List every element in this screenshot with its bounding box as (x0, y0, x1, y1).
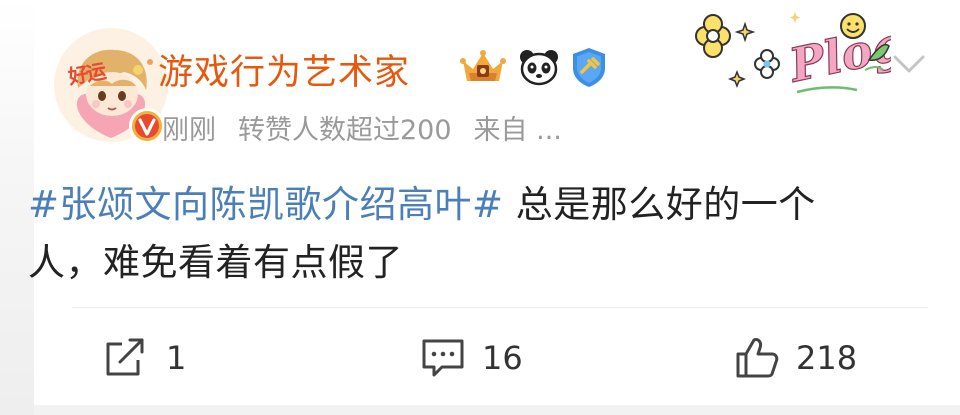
comment-count: 16 (482, 339, 523, 377)
comment-icon (422, 339, 464, 377)
like-count: 218 (796, 339, 858, 377)
crown-badge-icon[interactable] (459, 47, 507, 87)
thumbs-up-icon (736, 338, 779, 378)
post-meta: 刚刚 转赞人数超过200 来自 ... (162, 108, 584, 147)
shield-badge-icon[interactable] (569, 46, 609, 88)
chevron-down-icon[interactable] (892, 52, 926, 76)
verified-v-icon (129, 108, 165, 144)
repost-icon (106, 338, 144, 376)
like-button[interactable]: 218 (734, 334, 857, 382)
repost-like-info: 转赞人数超过200 (238, 115, 452, 146)
repost-count: 1 (166, 339, 187, 377)
hashtag-link[interactable]: #张颂文向陈凯歌介绍高叶# (28, 183, 504, 226)
repost-button[interactable]: 1 (104, 334, 186, 382)
username[interactable]: 游戏行为艺术家 (158, 44, 410, 95)
post-time: 刚刚 (162, 115, 216, 146)
card-separator (34, 405, 960, 415)
post-body: #张颂文向陈凯歌介绍高叶# 总是那么好的一个 人，难免看着有点假了 (28, 176, 888, 292)
divider (72, 307, 928, 308)
comment-button[interactable]: 16 (420, 334, 523, 382)
post-text-line1: 总是那么好的一个 (503, 183, 816, 226)
plog-sticker-icon: Plog (695, 12, 891, 94)
post-text-line2: 人，难免看着有点假了 (28, 241, 403, 284)
panda-badge-icon[interactable] (518, 47, 560, 87)
post-source[interactable]: 来自 ... (474, 115, 562, 146)
weibo-post-card[interactable]: 好运 游戏行为艺术家 刚刚 转赞人数超过200 来自 ... Plog #张颂文… (28, 0, 960, 415)
avatar-lucky-tag: 好运 (66, 59, 107, 89)
